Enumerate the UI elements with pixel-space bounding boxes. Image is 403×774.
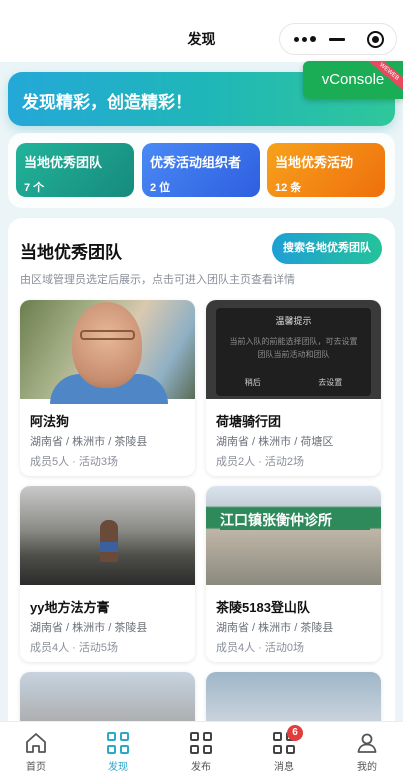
team-location: 湖南省 / 株洲市 / 荷塘区 (216, 436, 334, 448)
team-card[interactable]: 阿法狗 湖南省 / 株洲市 / 茶陵县 成员5人 · 活动3场 (20, 300, 195, 476)
team-location: 湖南省 / 株洲市 / 茶陵县 (30, 436, 148, 448)
tab-label: 首页 (26, 762, 46, 773)
section-title: 当地优秀团队 (20, 243, 122, 262)
stat-card-organizers[interactable]: 优秀活动组织者 2 位 (142, 143, 260, 197)
discover-icon (106, 731, 130, 755)
stat-value: 2 位 (150, 182, 171, 194)
stats-row: 当地优秀团队 7 个 优秀活动组织者 2 位 当地优秀活动 12 条 (8, 133, 395, 208)
team-photo (20, 300, 195, 404)
photo-dialog-screenshot: 温馨提示 当前入队的前能选择团队，可去设置团队当前活动和团队 稍后 去设置 (216, 308, 371, 396)
team-name: yy地方法方膏 (30, 600, 110, 615)
team-name: 阿法狗 (30, 414, 70, 429)
team-meta: 成员2人 · 活动2场 (216, 456, 305, 468)
tab-label: 我的 (357, 762, 377, 773)
tab-discover[interactable]: 发现 (88, 731, 148, 773)
team-photo: 温馨提示 当前入队的前能选择团队，可去设置团队当前活动和团队 稍后 去设置 (206, 300, 381, 399)
profile-icon (355, 731, 379, 755)
stat-label: 优秀活动组织者 (150, 155, 242, 170)
search-teams-button[interactable]: 搜索各地优秀团队 (272, 233, 382, 264)
stat-card-activities[interactable]: 当地优秀活动 12 条 (267, 143, 385, 197)
tab-home[interactable]: 首页 (6, 731, 66, 773)
minimize-icon[interactable] (329, 38, 345, 41)
team-meta: 成员4人 · 活动5场 (30, 642, 119, 654)
dialog-cancel: 稍后 (244, 378, 261, 387)
more-icon[interactable] (294, 32, 318, 46)
mini-program-capsule (279, 23, 397, 55)
close-target-icon[interactable] (367, 31, 384, 48)
bottom-tab-bar: 首页 发现 发布 6 消息 我的 (0, 721, 403, 774)
team-card[interactable]: 温馨提示 当前入队的前能选择团队，可去设置团队当前活动和团队 稍后 去设置 荷塘… (206, 300, 381, 476)
tab-profile[interactable]: 我的 (337, 731, 397, 773)
dialog-body: 当前入队的前能选择团队，可去设置团队当前活动和团队 (229, 337, 358, 359)
publish-icon (189, 731, 213, 755)
photo-sign-text: 江口镇张衡仲诊所 (220, 510, 370, 530)
top-nav-bar: 发现 (0, 0, 403, 62)
stat-label: 当地优秀活动 (275, 155, 354, 170)
team-photo (20, 486, 195, 585)
team-meta: 成员5人 · 活动3场 (30, 456, 119, 468)
team-name: 茶陵5183登山队 (216, 600, 310, 615)
stat-card-teams[interactable]: 当地优秀团队 7 个 (16, 143, 134, 197)
team-card[interactable]: yy地方法方膏 湖南省 / 株洲市 / 茶陵县 成员4人 · 活动5场 (20, 486, 195, 662)
dialog-title: 温馨提示 (275, 316, 312, 326)
tab-message[interactable]: 6 消息 (254, 725, 314, 773)
hero-text: 发现精彩，创造精彩！ (22, 93, 192, 112)
tab-label: 发布 (191, 762, 211, 773)
team-photo: 江口镇张衡仲诊所 (206, 486, 381, 585)
home-icon (24, 731, 48, 755)
section-description: 由区域管理员选定后展示，点击可进入团队主页查看详情 (20, 274, 295, 286)
dialog-confirm: 去设置 (318, 378, 343, 387)
team-name: 荷塘骑行团 (216, 414, 282, 429)
team-location: 湖南省 / 株洲市 / 茶陵县 (30, 622, 148, 634)
vconsole-label: vConsole (321, 71, 385, 88)
stat-label: 当地优秀团队 (24, 155, 103, 170)
team-location: 湖南省 / 株洲市 / 茶陵县 (216, 622, 334, 634)
team-meta: 成员4人 · 活动0场 (216, 642, 305, 654)
message-badge: 6 (287, 725, 303, 741)
tab-label: 消息 (274, 762, 294, 773)
tab-publish[interactable]: 发布 (171, 731, 231, 773)
team-card[interactable]: 江口镇张衡仲诊所 茶陵5183登山队 湖南省 / 株洲市 / 茶陵县 成员4人 … (206, 486, 381, 662)
stat-value: 12 条 (275, 182, 302, 194)
message-icon: 6 (272, 725, 303, 755)
tab-label: 发现 (108, 762, 128, 773)
local-teams-section: 当地优秀团队 搜索各地优秀团队 由区域管理员选定后展示，点击可进入团队主页查看详… (8, 218, 395, 738)
stat-value: 7 个 (24, 182, 45, 194)
vconsole-button[interactable]: vConsole WEWEB (303, 61, 403, 99)
